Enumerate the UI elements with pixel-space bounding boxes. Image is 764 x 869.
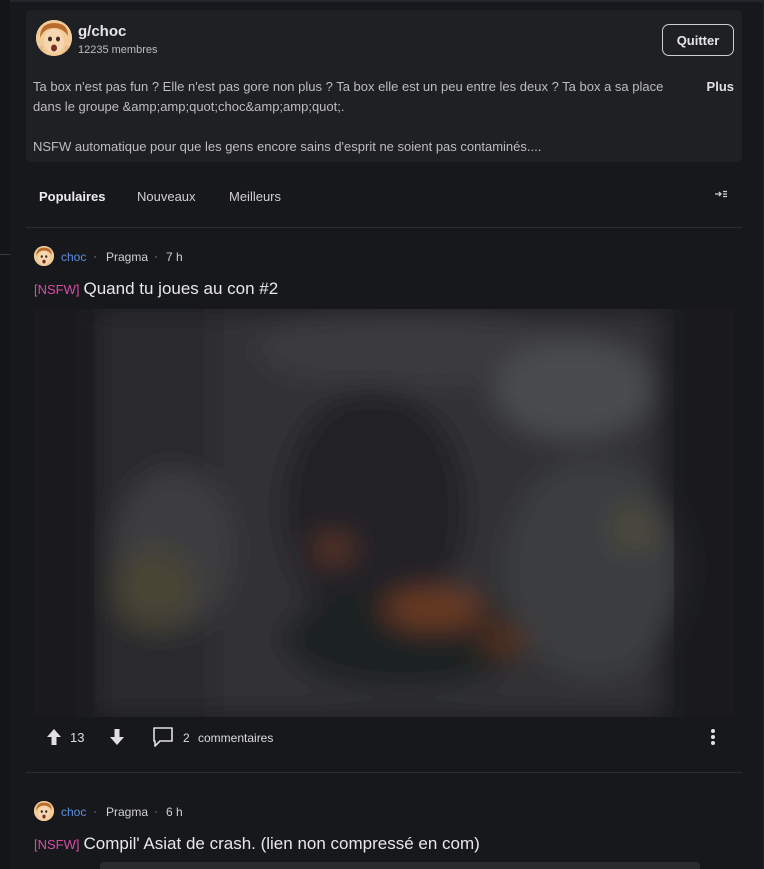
group-header-card: g/choc 12235 membres Quitter Ta box n'es…: [26, 10, 742, 162]
group-description: Ta box n'est pas fun ? Elle n'est pas go…: [33, 77, 697, 117]
post-author-link[interactable]: Pragma: [106, 250, 148, 264]
post-image-blurred[interactable]: [34, 309, 734, 717]
post-group-link[interactable]: choc: [61, 250, 86, 264]
post-group-link[interactable]: choc: [61, 805, 86, 819]
post-title-text: Quand tu joues au con #2: [83, 279, 279, 298]
post-meta: choc · Pragma · 6 h: [26, 801, 742, 821]
comment-count[interactable]: 2: [183, 731, 190, 745]
post-card: choc · Pragma · 6 h [NSFW] Compil' Asiat …: [26, 801, 742, 853]
tab-best[interactable]: Meilleurs: [229, 189, 281, 204]
post-time: 7 h: [166, 250, 183, 264]
arrow-to-lines-icon[interactable]: [714, 187, 728, 201]
left-edge: [0, 0, 10, 869]
group-description-line-1: Ta box n'est pas fun ? Elle n'est pas go…: [33, 79, 664, 94]
quit-group-button[interactable]: Quitter: [662, 24, 734, 56]
arrow-down-icon[interactable]: [109, 728, 125, 751]
post-title-text: Compil' Asiat de crash. (lien non compre…: [83, 834, 480, 853]
post-divider: [26, 772, 742, 773]
top-edge-line: [10, 0, 764, 2]
main-column: g/choc 12235 membres Quitter Ta box n'es…: [26, 10, 742, 228]
post-image-preview[interactable]: [100, 862, 700, 869]
post-title[interactable]: [NSFW] Compil' Asiat de crash. (lien non …: [34, 834, 480, 854]
post-author-link[interactable]: Pragma: [106, 805, 148, 819]
tab-popular[interactable]: Populaires: [39, 189, 105, 204]
meta-separator: ·: [93, 804, 97, 818]
comment-label[interactable]: commentaires: [198, 731, 273, 745]
group-description-line-3: NSFW automatique pour que les gens encor…: [33, 139, 542, 154]
nsfw-tag: [NSFW]: [34, 282, 80, 297]
group-avatar-small[interactable]: [34, 801, 54, 821]
group-avatar[interactable]: [36, 20, 72, 56]
meta-separator: ·: [154, 249, 158, 263]
nsfw-tag: [NSFW]: [34, 837, 80, 852]
post-actions: 13 2 commentaires: [26, 722, 742, 752]
post-card: choc · Pragma · 7 h [NSFW] Quand tu joues…: [26, 246, 742, 298]
group-member-count: 12235 membres: [78, 44, 158, 56]
tab-new[interactable]: Nouveaux: [137, 189, 196, 204]
post-time: 6 h: [166, 805, 183, 819]
meta-separator: ·: [154, 804, 158, 818]
sort-tabs: Populaires Nouveaux Meilleurs: [26, 162, 742, 228]
post-title[interactable]: [NSFW] Quand tu joues au con #2: [34, 279, 278, 299]
post-meta: choc · Pragma · 7 h: [26, 246, 742, 266]
group-description-line-2: dans le groupe &amp;amp;quot;choc&amp;am…: [33, 99, 345, 114]
group-name[interactable]: g/choc: [78, 23, 126, 40]
page: g/choc 12235 membres Quitter Ta box n'es…: [0, 0, 764, 869]
vertical-dots-icon[interactable]: [710, 728, 716, 751]
comment-bubble-icon[interactable]: [152, 726, 174, 753]
upvote-count: 13: [70, 730, 85, 745]
arrow-up-icon[interactable]: [46, 728, 62, 751]
meta-separator: ·: [93, 249, 97, 263]
group-avatar-small[interactable]: [34, 246, 54, 266]
show-more-link[interactable]: Plus: [707, 77, 734, 97]
side-tick: [0, 254, 10, 255]
